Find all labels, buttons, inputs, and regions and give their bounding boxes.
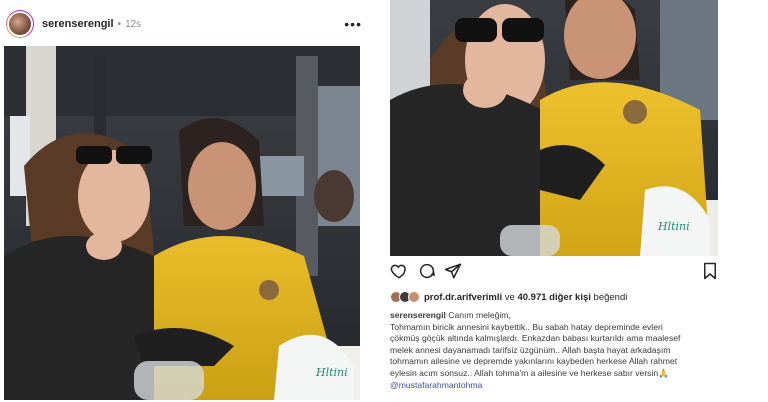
- svg-text:Hltini: Hltini: [315, 366, 348, 379]
- likes-and: ve: [504, 291, 515, 303]
- post-username[interactable]: serenserengil: [42, 18, 114, 30]
- likes-count[interactable]: 40.971 diğer kişi: [517, 292, 590, 303]
- post-caption: serenserengil Canım meleğim, Tohmamın bi…: [390, 310, 720, 391]
- caption-line: tohmamın ailesine ve depremde yakınların…: [390, 356, 678, 367]
- separator-dot: •: [117, 18, 122, 30]
- comment-icon[interactable]: [418, 262, 436, 280]
- post-actions: [388, 262, 720, 284]
- heart-icon[interactable]: [390, 262, 408, 280]
- post-photo[interactable]: Hltini: [4, 46, 360, 400]
- caption-mention[interactable]: @mustafarahmantohma: [390, 380, 720, 392]
- bookmark-icon[interactable]: [702, 262, 718, 280]
- caption-line: melek annesi dayanamadı tarifsiz üzgünüm…: [390, 344, 671, 355]
- post-header: serenserengil • 12s •••: [6, 8, 362, 40]
- profile-avatar[interactable]: [6, 10, 34, 38]
- likes-line: prof.dr.arifverimli ve 40.971 diğer kişi…: [390, 291, 627, 303]
- liker-avatars[interactable]: [390, 291, 420, 303]
- post-card: serenserengil • 12s ••• Hltini: [0, 0, 368, 402]
- share-icon[interactable]: [444, 262, 462, 280]
- caption-line: Canım meleğim,: [448, 310, 511, 320]
- likes-liked: beğendi: [593, 291, 628, 303]
- caption-line: Tohmamın biricik annesini kaybettik.. Bu…: [390, 321, 663, 332]
- liker-username[interactable]: prof.dr.arifverimli: [424, 292, 502, 303]
- avatar-image: [7, 11, 33, 37]
- post-time[interactable]: 12s: [125, 19, 141, 30]
- liker-avatar: [408, 291, 420, 303]
- more-options-icon[interactable]: •••: [344, 16, 362, 32]
- caption-line: eylesin acım sonsuz.. Allah tohma'm a ai…: [390, 367, 669, 378]
- caption-line: çökmüş göçük altında kalmışlardı. Enkazd…: [390, 333, 681, 344]
- caption-username[interactable]: serenserengil: [390, 310, 446, 320]
- post-photo-zoom[interactable]: Hltini: [390, 0, 718, 256]
- svg-text:Hltini: Hltini: [657, 220, 690, 233]
